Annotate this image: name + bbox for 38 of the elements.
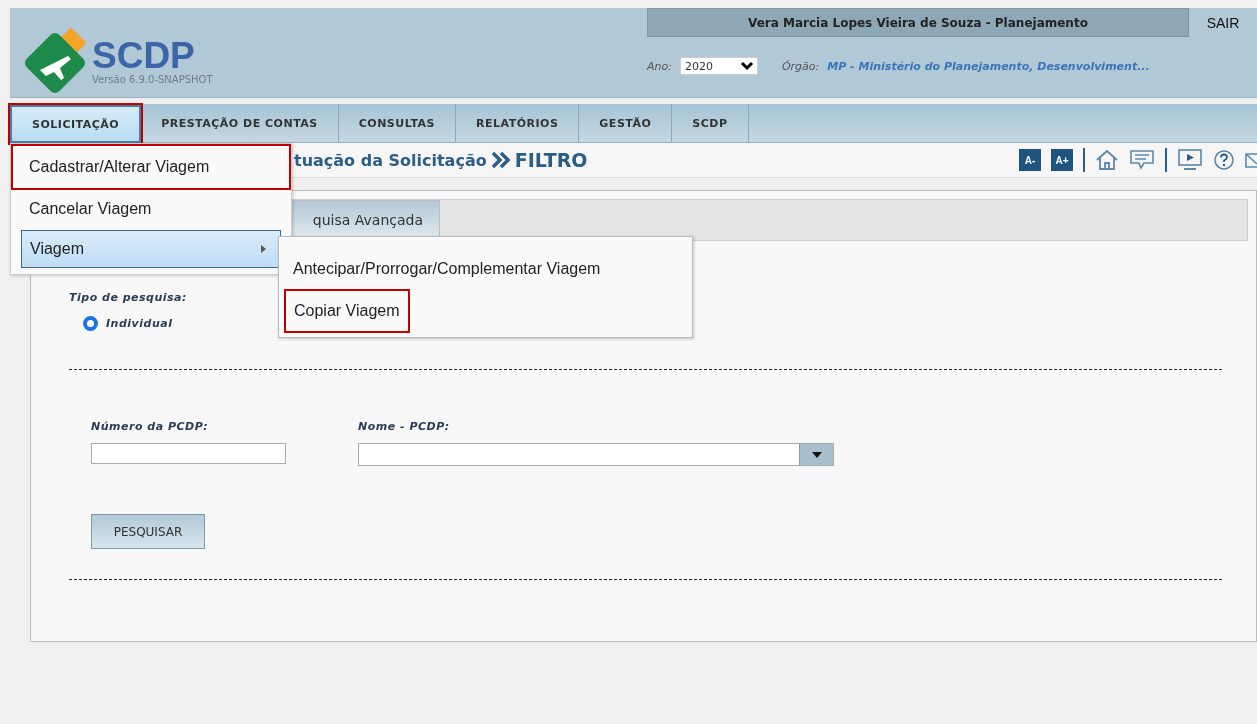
double-chevron-icon	[490, 151, 511, 169]
chat-icon[interactable]	[1129, 149, 1155, 171]
search-button[interactable]: PESQUISAR	[91, 514, 205, 549]
version-text: Versão 6.9.0-SNAPSHOT	[92, 74, 213, 85]
menu-item[interactable]: GESTÃO	[579, 104, 673, 142]
field-label: Tipo de pesquisa:	[69, 291, 188, 304]
field-label: Nome - PCDP:	[358, 420, 451, 433]
breadcrumb-link[interactable]: tuação da Solicitação	[294, 150, 487, 170]
logout-link[interactable]: SAIR	[1189, 8, 1257, 37]
logo-title: SCDP	[92, 38, 195, 74]
text-input-field[interactable]	[91, 443, 286, 464]
menu-item[interactable]: PRESTAÇÃO DE CONTAS	[141, 104, 339, 142]
menu-item[interactable]: RELATÓRIOS	[456, 104, 580, 142]
chevron-down-icon	[739, 61, 754, 71]
year-select[interactable]: 2020	[679, 57, 758, 75]
menu-item[interactable]: CONSULTAS	[338, 104, 456, 142]
home-icon[interactable]	[1095, 148, 1119, 172]
user-name: Vera Marcia Lopes Vieira de Souza - Planejamento	[647, 8, 1189, 37]
radio-button[interactable]	[83, 316, 98, 331]
video-screen-icon[interactable]	[1177, 148, 1203, 172]
combo-box[interactable]	[358, 443, 834, 466]
font-increase-button[interactable]: A+	[1051, 149, 1073, 171]
menu-item[interactable]: SCDP	[672, 104, 749, 142]
field-label: Número da PCDP:	[91, 420, 210, 433]
menu-option[interactable]: Copiar Viagem	[286, 291, 408, 331]
menu-option[interactable]: Antecipar/Prorrogar/Complementar Viagem	[279, 247, 692, 291]
font-decrease-button[interactable]: A-	[1019, 149, 1041, 171]
menu-option[interactable]: Viagem	[21, 230, 281, 268]
radio-label: Individual	[106, 317, 173, 330]
mail-icon[interactable]	[1245, 150, 1257, 170]
menu-item[interactable]: SOLICITAÇÃO	[10, 105, 142, 143]
org-label: Órgão:	[781, 59, 820, 73]
caret-icon	[811, 451, 822, 458]
help-icon[interactable]	[1213, 149, 1235, 171]
year-label: Ano:	[647, 59, 672, 73]
breadcrumb-current: FILTRO	[514, 149, 588, 171]
org-value: MP - Ministério do Planejamento, Desenvolviment...	[827, 59, 1150, 73]
menu-option[interactable]: Cadastrar/Alterar Viagem	[13, 146, 289, 188]
